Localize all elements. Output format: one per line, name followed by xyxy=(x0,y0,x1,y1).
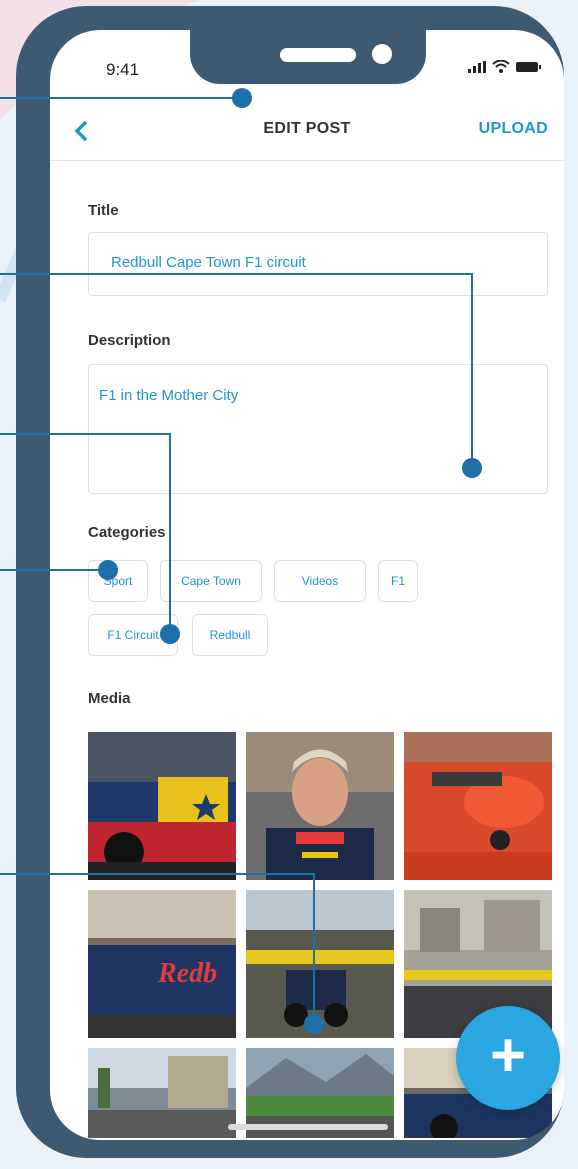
status-time: 9:41 xyxy=(106,60,140,79)
side-button xyxy=(22,246,36,326)
media-thumbnail[interactable] xyxy=(88,732,236,880)
category-chip[interactable]: F1 xyxy=(378,560,418,602)
phone-frame: 9:41 EDIT POST UPLOAD Title Redbull Cape… xyxy=(16,6,564,1158)
speaker xyxy=(280,48,356,62)
description-field-value: F1 in the Mother City xyxy=(99,387,239,404)
category-chip[interactable]: Cape Town xyxy=(160,560,262,602)
media-thumbnail[interactable]: Redb xyxy=(88,890,236,1038)
status-icons xyxy=(468,59,542,78)
description-label: Description xyxy=(88,332,171,349)
media-thumbnail[interactable] xyxy=(246,890,394,1038)
svg-text:Redb: Redb xyxy=(157,958,217,989)
categories-label: Categories xyxy=(88,524,166,541)
signal-icon xyxy=(468,60,486,78)
home-indicator[interactable] xyxy=(228,1124,388,1130)
category-chip[interactable]: Videos xyxy=(274,560,366,602)
wifi-icon xyxy=(492,59,510,78)
camera xyxy=(372,44,392,64)
category-chip[interactable]: F1 Circuit xyxy=(88,614,178,656)
title-field[interactable]: Redbull Cape Town F1 circuit xyxy=(88,232,548,296)
side-button xyxy=(22,156,36,216)
upload-button[interactable]: UPLOAD xyxy=(479,120,548,138)
battery-icon xyxy=(516,60,542,78)
media-thumbnail[interactable] xyxy=(404,732,552,880)
title-label: Title xyxy=(88,202,119,219)
category-chip[interactable]: Sport xyxy=(88,560,148,602)
app-header: EDIT POST UPLOAD xyxy=(50,106,564,161)
description-field[interactable]: F1 in the Mother City xyxy=(88,364,548,494)
app-screen: 9:41 EDIT POST UPLOAD Title Redbull Cape… xyxy=(50,30,564,1140)
notch xyxy=(190,30,426,84)
media-label: Media xyxy=(88,690,131,707)
add-media-button[interactable]: + xyxy=(456,1006,560,1110)
category-chip[interactable]: Redbull xyxy=(192,614,268,656)
title-field-value: Redbull Cape Town F1 circuit xyxy=(111,254,306,271)
media-thumbnail[interactable] xyxy=(88,1048,236,1138)
plus-icon: + xyxy=(489,1021,527,1090)
media-thumbnail[interactable] xyxy=(246,732,394,880)
